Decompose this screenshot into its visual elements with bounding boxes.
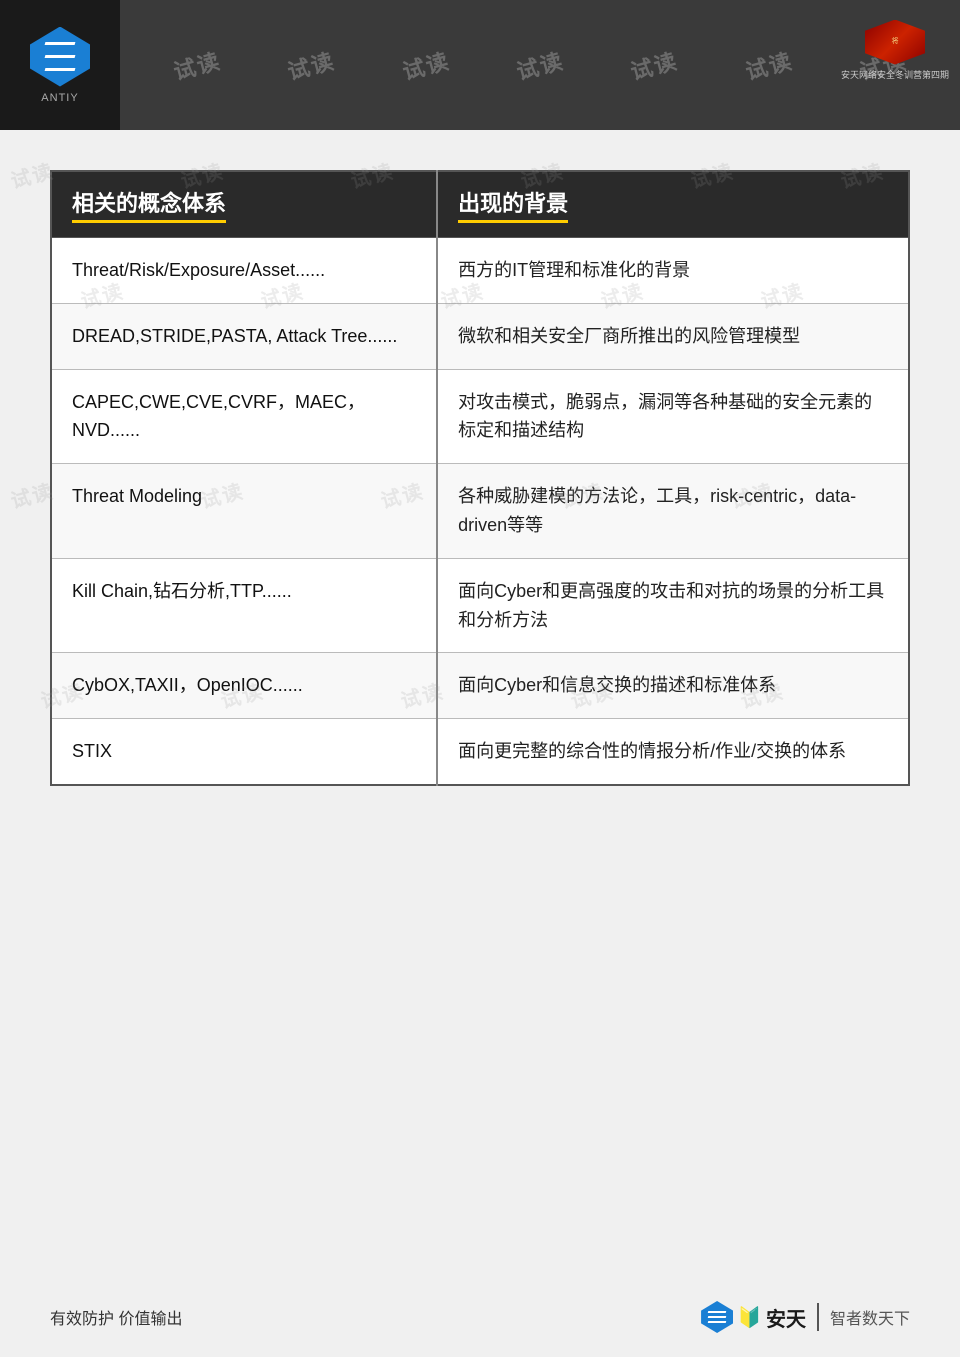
footer-logo-brand: 🔰 安天 — [701, 1301, 806, 1333]
concept-table: 相关的概念体系 出现的背景 Threat/Risk/Exposure/Asset… — [50, 170, 910, 786]
table-row: CybOX,TAXII，OpenIOC......面向Cyber和信息交换的描述… — [51, 653, 909, 719]
logo-line-1 — [45, 42, 76, 45]
header-wm-4: 试读 — [513, 43, 568, 86]
footer-antiy-lines — [708, 1311, 726, 1323]
header: ANTIY 试读 试读 试读 试读 试读 试读 试读 将 安天网络安全冬训营第四… — [0, 0, 960, 130]
table-cell-col1-4: Kill Chain,钻石分析,TTP...... — [51, 558, 437, 653]
table-header-row: 相关的概念体系 出现的背景 — [51, 171, 909, 238]
main-content: 试读 试读 试读 试读 试读 试读 试读 试读 试读 试读 试读 试读 试读 试… — [0, 130, 960, 826]
logo-text: ANTIY — [41, 92, 78, 104]
logo-diamond — [30, 27, 90, 87]
footer-antiy-icon — [701, 1301, 733, 1333]
footer-slogan: 智者数天下 — [830, 1305, 910, 1329]
header-wm-1: 试读 — [170, 43, 225, 86]
table-row: Threat Modeling各种威胁建模的方法论，工具，risk-centri… — [51, 464, 909, 559]
header-wm-3: 试读 — [398, 43, 453, 86]
table-cell-col1-6: STIX — [51, 719, 437, 785]
table-cell-col1-1: DREAD,STRIDE,PASTA, Attack Tree...... — [51, 303, 437, 369]
col1-header-text: 相关的概念体系 — [72, 186, 226, 223]
footer-divider — [817, 1303, 819, 1331]
top-right-logo: 将 安天网络安全冬训营第四期 — [845, 10, 945, 90]
table-cell-col2-5: 面向Cyber和信息交换的描述和标准体系 — [437, 653, 909, 719]
header-wm-6: 试读 — [741, 43, 796, 86]
table-cell-col2-1: 微软和相关安全厂商所推出的风险管理模型 — [437, 303, 909, 369]
table-cell-col2-3: 各种威胁建模的方法论，工具，risk-centric，data-driven等等 — [437, 464, 909, 559]
table-cell-col1-5: CybOX,TAXII，OpenIOC...... — [51, 653, 437, 719]
top-right-emblem: 将 — [865, 20, 925, 65]
table-cell-col2-0: 西方的IT管理和标准化的背景 — [437, 238, 909, 304]
footer-brand-text: 安天 — [766, 1309, 806, 1331]
footer-brand-chinese: 安天 — [766, 1303, 806, 1332]
top-right-caption: 安天网络安全冬训营第四期 — [841, 68, 949, 81]
table-cell-col1-0: Threat/Risk/Exposure/Asset...... — [51, 238, 437, 304]
table-cell-col2-4: 面向Cyber和更高强度的攻击和对抗的场景的分析工具和分析方法 — [437, 558, 909, 653]
col2-header: 出现的背景 — [437, 171, 909, 238]
header-wm-5: 试读 — [627, 43, 682, 86]
logo-area: ANTIY — [0, 0, 120, 130]
col2-header-text: 出现的背景 — [458, 186, 568, 223]
table-row: Threat/Risk/Exposure/Asset......西方的IT管理和… — [51, 238, 909, 304]
table-cell-col2-6: 面向更完整的综合性的情报分析/作业/交换的体系 — [437, 719, 909, 785]
logo-line-3 — [45, 68, 76, 71]
header-wm-2: 试读 — [284, 43, 339, 86]
footer-left-text: 有效防护 价值输出 — [50, 1305, 182, 1329]
header-watermarks: 试读 试读 试读 试读 试读 试读 试读 — [120, 0, 960, 130]
table-cell-col2-2: 对攻击模式，脆弱点，漏洞等各种基础的安全元素的标定和描述结构 — [437, 369, 909, 464]
footer: 有效防护 价值输出 🔰 安天 智者数天下 — [0, 1277, 960, 1357]
footer-brand-name: 🔰 — [737, 1305, 762, 1330]
table-row: Kill Chain,钻石分析,TTP......面向Cyber和更高强度的攻击… — [51, 558, 909, 653]
table-row: CAPEC,CWE,CVE,CVRF，MAEC，NVD......对攻击模式，脆… — [51, 369, 909, 464]
table-row: STIX面向更完整的综合性的情报分析/作业/交换的体系 — [51, 719, 909, 785]
table-cell-col1-2: CAPEC,CWE,CVE,CVRF，MAEC，NVD...... — [51, 369, 437, 464]
table-row: DREAD,STRIDE,PASTA, Attack Tree......微软和… — [51, 303, 909, 369]
footer-right: 🔰 安天 智者数天下 — [701, 1301, 910, 1333]
emblem-text: 将 — [892, 38, 899, 46]
logo-lines — [40, 37, 80, 77]
logo-line-2 — [45, 55, 76, 58]
table-cell-col1-3: Threat Modeling — [51, 464, 437, 559]
col1-header: 相关的概念体系 — [51, 171, 437, 238]
